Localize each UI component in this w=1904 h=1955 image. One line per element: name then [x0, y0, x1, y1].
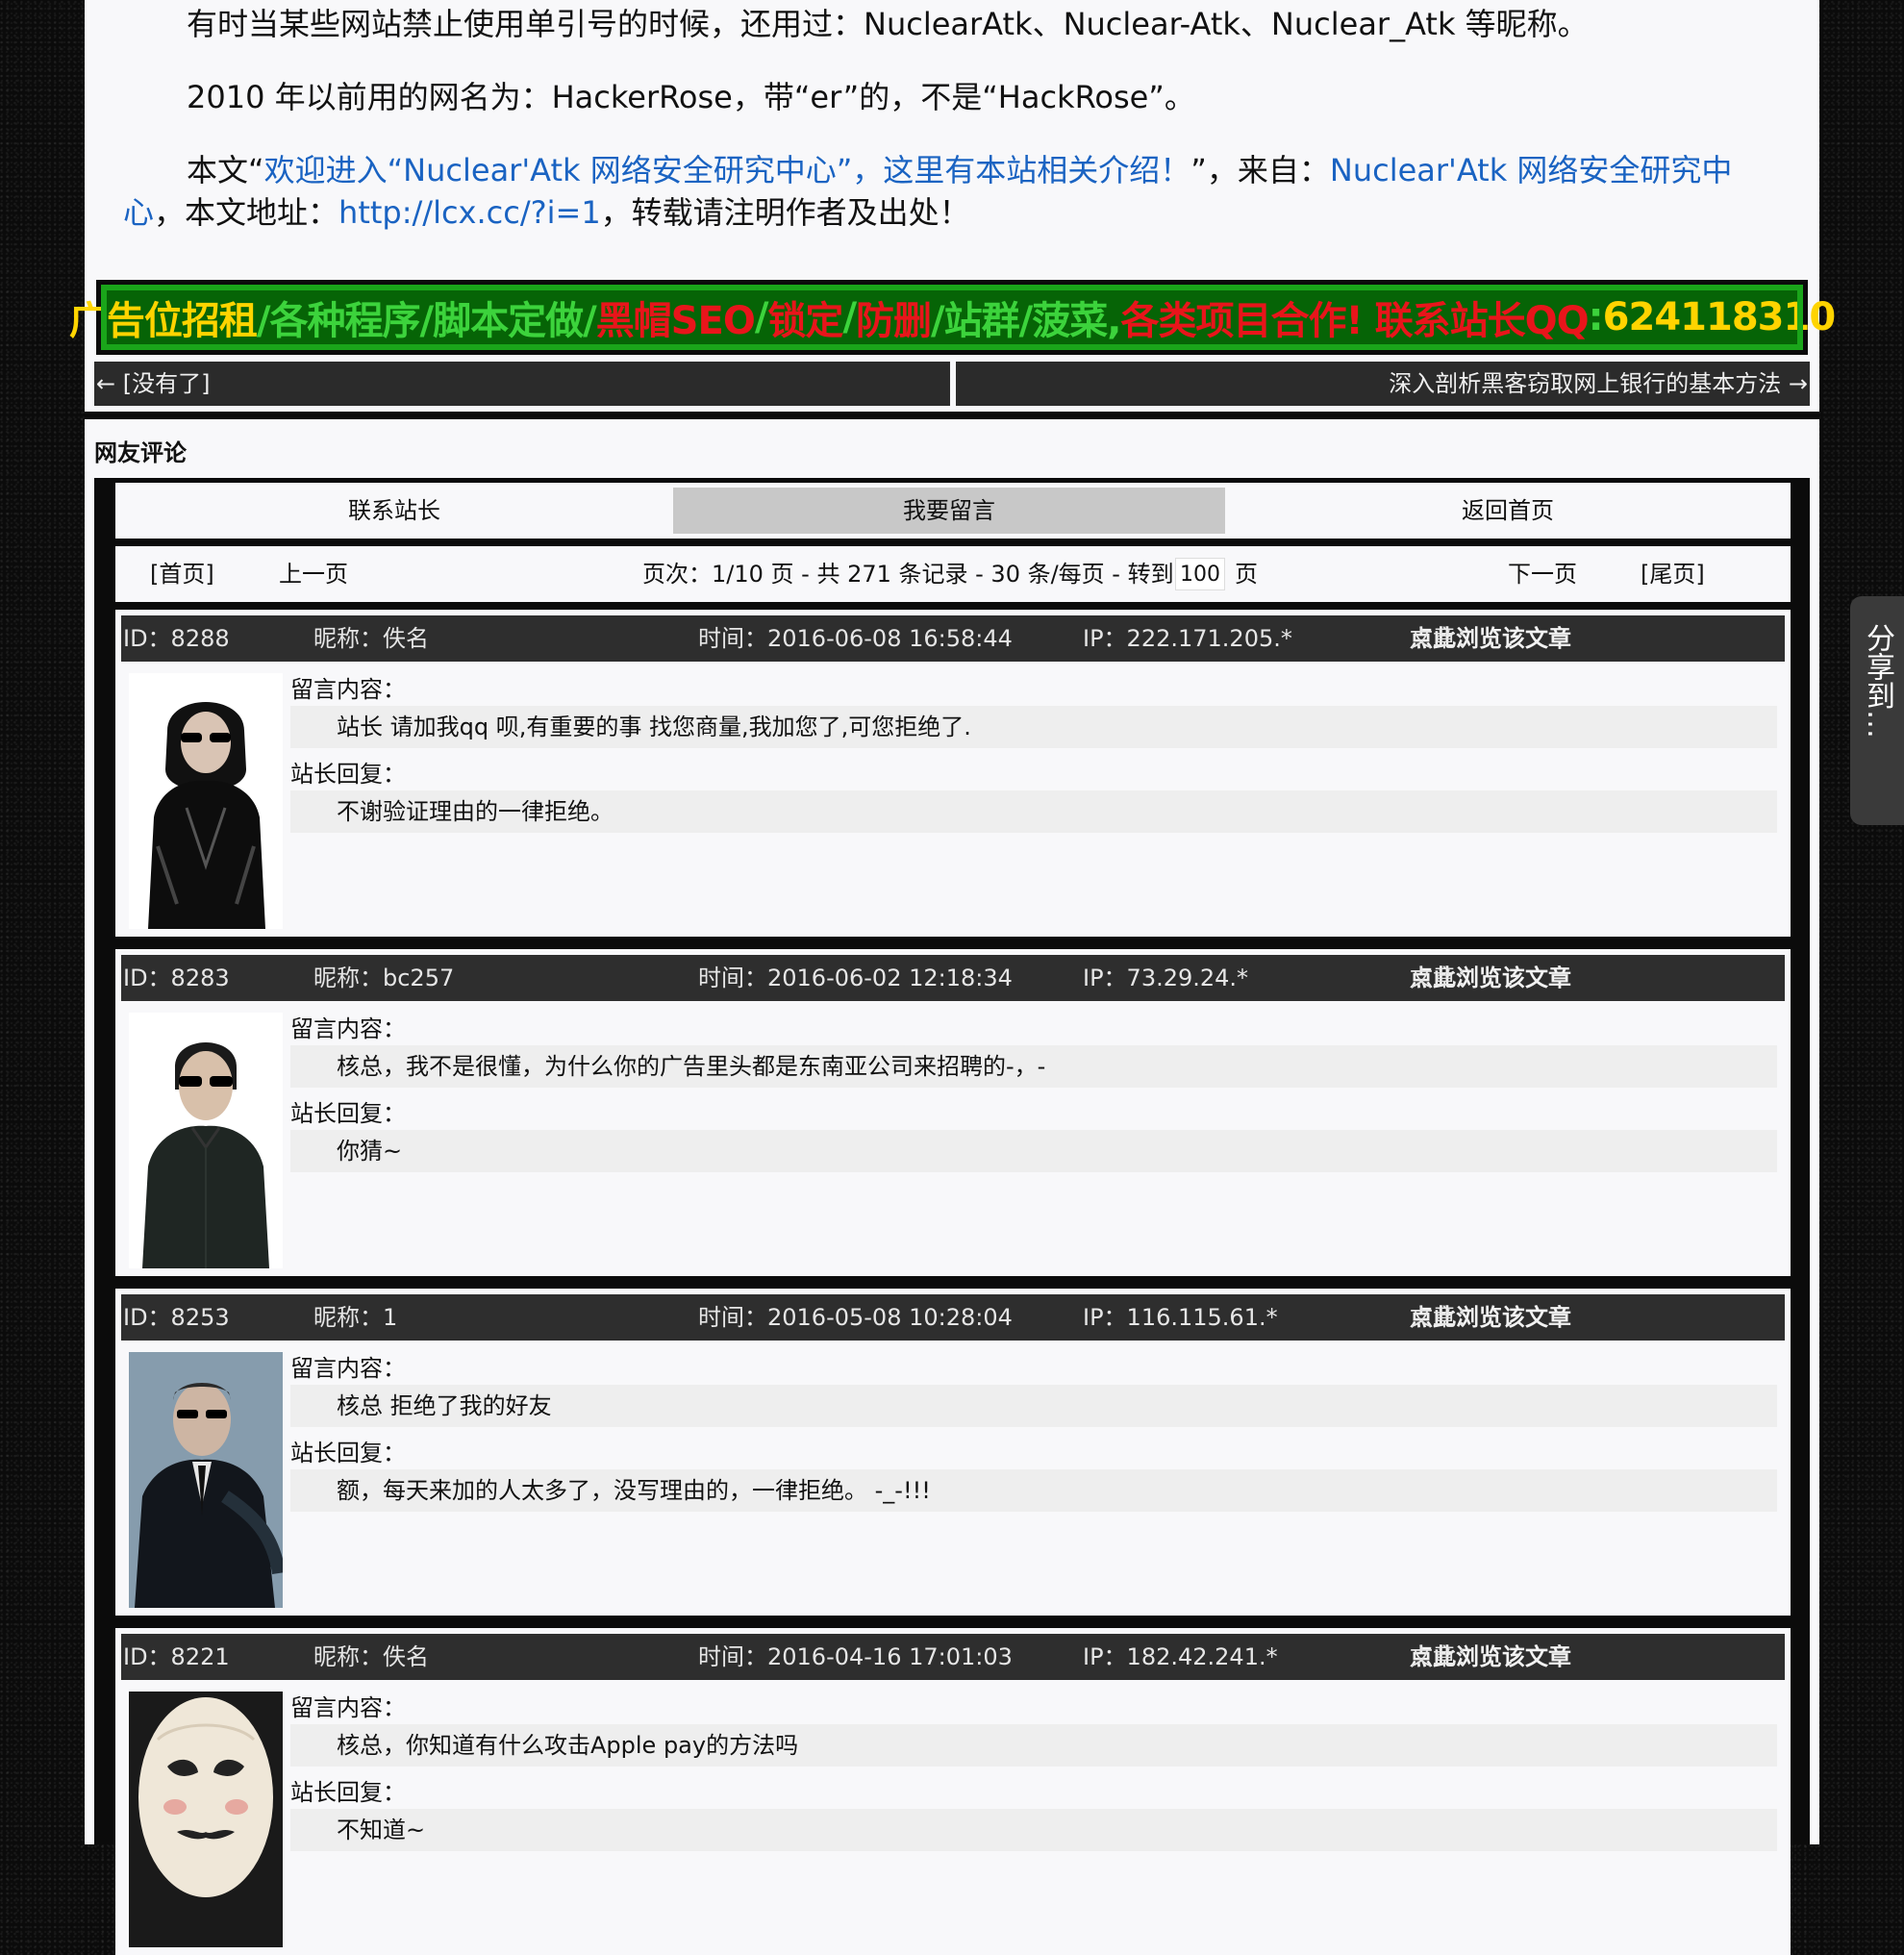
ad-text: 广告位招租	[68, 299, 258, 343]
pagination: [首页] 上一页 页次：1/10 页 - 共 271 条记录 - 30 条/每页…	[115, 546, 1791, 602]
comment-id: ID：8288	[123, 625, 230, 652]
comment-id: ID：8283	[123, 965, 230, 991]
leave-message-button[interactable]: 我要留言	[673, 488, 1225, 534]
next-page-link[interactable]: 下一页	[1508, 546, 1577, 602]
comment-time: 时间：2016-06-08 16:58:44	[698, 625, 1013, 652]
page-info: 页次：1/10 页 - 共 271 条记录 - 30 条/每页 - 转到	[642, 561, 1174, 588]
ad-text: 锁定	[767, 299, 843, 343]
ad-text: /	[754, 295, 769, 339]
comment-time: 时间：2016-06-02 12:18:34	[698, 965, 1013, 991]
prev-page-link[interactable]: 上一页	[279, 546, 348, 602]
ad-text: 黑帽SEO	[595, 299, 756, 343]
comment-article: 文章： 点此浏览该文章	[1410, 615, 1571, 662]
admin-reply: 不谢验证理由的一律拒绝。	[290, 790, 1777, 833]
comment-entry: ID：8221 昵称：佚名 时间：2016-04-16 17:01:03 IP：…	[115, 1628, 1791, 1955]
comment-header: ID：8253 昵称：1 时间：2016-05-08 10:28:04 IP：1…	[121, 1294, 1785, 1341]
article-url-link[interactable]: http://lcx.cc/?i=1	[338, 194, 601, 231]
avatar	[129, 1013, 283, 1268]
article-paragraph: 有时当某些网站禁止使用单引号的时候，还用过：NuclearAtk、Nuclear…	[187, 6, 1589, 42]
content-label: 留言内容：	[290, 1355, 406, 1382]
reply-label: 站长回复：	[290, 1779, 406, 1806]
avatar	[129, 1352, 283, 1608]
last-page-link[interactable]: [尾页]	[1641, 546, 1705, 602]
article-footer: 有时当某些网站禁止使用单引号的时候，还用过：NuclearAtk、Nuclear…	[85, 0, 1819, 273]
comment-content: 核总，我不是很懂，为什么你的广告里头都是东南亚公司来招聘的-，-	[290, 1045, 1777, 1088]
back-home-button[interactable]: 返回首页	[1225, 488, 1791, 534]
comment-entry: ID：8288 昵称：佚名 时间：2016-06-08 16:58:44 IP：…	[115, 610, 1791, 937]
notice-text: 本文“	[187, 152, 264, 188]
comment-ip: IP：116.115.61.*	[1083, 1304, 1278, 1331]
comment-header: ID：8221 昵称：佚名 时间：2016-04-16 17:01:03 IP：…	[121, 1634, 1785, 1680]
comments-box: 联系站长 我要留言 返回首页 [首页] 上一页 页次：1/10 页 - 共 27…	[94, 478, 1810, 1955]
ad-text: /各种程序/脚本定做/	[256, 299, 597, 343]
comment-ip: IP：222.171.205.*	[1083, 625, 1292, 652]
avatar	[129, 1692, 283, 1947]
prev-next-nav: ← [没有了] 深入剖析黑客窃取网上银行的基本方法 →	[94, 362, 1810, 408]
ad-text: 防删	[856, 299, 932, 343]
reply-label: 站长回复：	[290, 1100, 406, 1127]
avatar	[129, 673, 283, 929]
ad-text: /站群/菠菜,	[931, 299, 1121, 343]
share-tab[interactable]: 分享到…	[1850, 596, 1904, 825]
comment-article: 文章： 点此浏览该文章	[1410, 1294, 1571, 1341]
comment-nick: 昵称：佚名	[313, 1643, 429, 1670]
ad-text: 624118310	[1602, 295, 1836, 339]
reply-label: 站长回复：	[290, 761, 406, 788]
notice-text: ”，来自：	[1190, 152, 1330, 188]
content-label: 留言内容：	[290, 676, 406, 703]
comment-id: ID：8253	[123, 1304, 230, 1331]
comments-heading: 网友评论	[94, 439, 187, 466]
admin-reply: 不知道~	[290, 1809, 1777, 1851]
page: 有时当某些网站禁止使用单引号的时候，还用过：NuclearAtk、Nuclear…	[69, 0, 1836, 1955]
comment-content: 核总，你知道有什么攻击Apple pay的方法吗	[290, 1724, 1777, 1767]
ad-text: /	[842, 295, 857, 339]
comment-nick: 昵称：1	[313, 1304, 398, 1331]
article-title-link[interactable]: 欢迎进入“Nuclear'Atk 网络安全研究中心”，这里有本站相关介绍！	[264, 152, 1191, 188]
comment-nick: 昵称：佚名	[313, 625, 429, 652]
contact-admin-button[interactable]: 联系站长	[115, 488, 673, 534]
article-paragraph: 2010 年以前用的网名为：HackerRose，带“er”的，不是“HackR…	[187, 79, 1195, 115]
comment-entry: ID：8283 昵称：bc257 时间：2016-06-02 12:18:34 …	[115, 949, 1791, 1276]
notice-text: ，本文地址：	[154, 194, 339, 231]
comment-article: 文章： 点此浏览该文章	[1410, 1634, 1571, 1680]
article-prefix: 文章：	[1410, 1304, 1479, 1331]
ad-text: 各类项目合作! 联系站长QQ	[1120, 299, 1589, 343]
comment-nick: 昵称：bc257	[313, 965, 455, 991]
content-label: 留言内容：	[290, 1694, 406, 1721]
comment-article: 文章： 点此浏览该文章	[1410, 955, 1571, 1001]
notice-text: ，转载请注明作者及出处！	[600, 194, 970, 231]
content-label: 留言内容：	[290, 1015, 406, 1042]
share-label: 分享到…	[1861, 623, 1894, 739]
comment-ip: IP：182.42.241.*	[1083, 1643, 1278, 1670]
comment-entry: ID：8253 昵称：1 时间：2016-05-08 10:28:04 IP：1…	[115, 1289, 1791, 1616]
article-prefix: 文章：	[1410, 965, 1479, 991]
article-prefix: 文章：	[1410, 1643, 1479, 1670]
admin-reply: 额，每天来加的人太多了，没写理由的，一律拒绝。 -_-!!!	[290, 1469, 1777, 1512]
comment-content: 核总 拒绝了我的好友	[290, 1385, 1777, 1427]
comment-time: 时间：2016-05-08 10:28:04	[698, 1304, 1013, 1331]
comment-ip: IP：73.29.24.*	[1083, 965, 1249, 991]
prev-article-link[interactable]: ← [没有了]	[94, 362, 950, 406]
reply-label: 站长回复：	[290, 1440, 406, 1466]
comments-nav: 联系站长 我要留言 返回首页	[115, 483, 1791, 539]
ad-banner[interactable]: 广告位招租/各种程序/脚本定做/黑帽SEO / 锁定 / 防删/站群/菠菜, 各类项目合…	[69, 280, 1836, 355]
article-prefix: 文章：	[1410, 625, 1479, 652]
comment-header: ID：8288 昵称：佚名 时间：2016-06-08 16:58:44 IP：…	[121, 615, 1785, 662]
copyright-notice: 本文“欢迎进入“Nuclear'Atk 网络安全研究中心”，这里有本站相关介绍！…	[123, 149, 1777, 234]
ad-text: :	[1588, 295, 1604, 339]
goto-page-input[interactable]: 100	[1175, 558, 1225, 590]
page-unit-label: 页	[1235, 561, 1258, 588]
first-page-link[interactable]: [首页]	[150, 546, 214, 602]
divider	[85, 412, 1819, 419]
admin-reply: 你猜~	[290, 1130, 1777, 1172]
comment-id: ID：8221	[123, 1643, 230, 1670]
comment-content: 站长 请加我qq 呗,有重要的事 找您商量,我加您了,可您拒绝了.	[290, 706, 1777, 748]
comment-header: ID：8283 昵称：bc257 时间：2016-06-02 12:18:34 …	[121, 955, 1785, 1001]
next-article-link[interactable]: 深入剖析黑客窃取网上银行的基本方法 →	[956, 362, 1810, 406]
comment-time: 时间：2016-04-16 17:01:03	[698, 1643, 1013, 1670]
